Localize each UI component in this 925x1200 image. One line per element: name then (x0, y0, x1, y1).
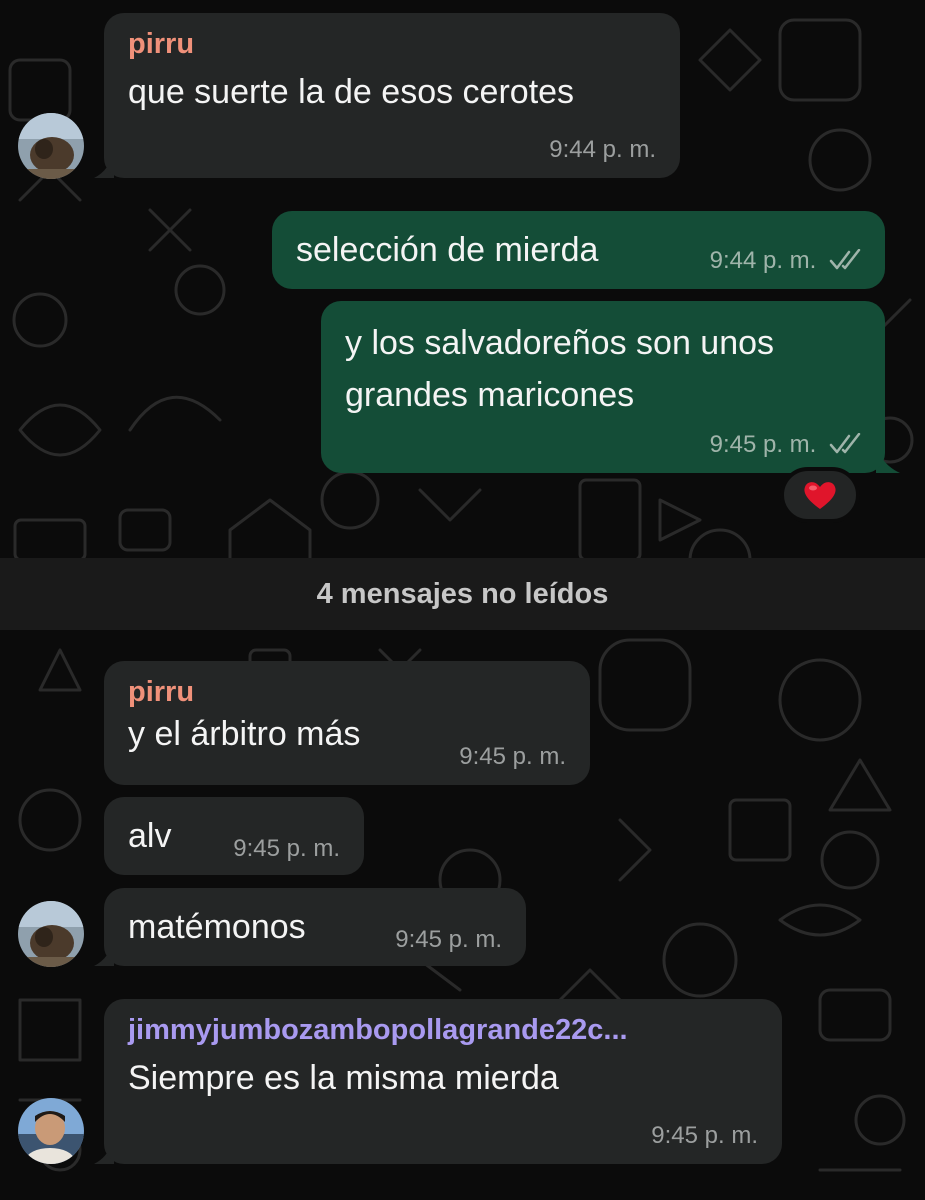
unread-messages-label: 4 mensajes no leídos (316, 577, 609, 610)
sender-name: pirru (128, 676, 195, 708)
message-text-line: grandes maricones (345, 376, 635, 414)
avatar-image (18, 1098, 84, 1164)
message-time: 9:45 p. m. (709, 431, 817, 458)
message-bubble-outgoing[interactable]: y los salvadoreños son unos grandes mari… (321, 301, 885, 473)
message-bubble[interactable]: jimmyjumbozambopollagrande22c... Siempre… (104, 999, 782, 1164)
heart-icon (804, 482, 836, 509)
avatar-pirru[interactable] (18, 113, 84, 179)
message-time: 9:45 p. m. (459, 743, 566, 770)
reaction-badge[interactable] (780, 467, 860, 523)
message-text: Siempre es la misma mierda (128, 1059, 559, 1097)
message-bubble[interactable]: matémonos 9:45 p. m. (104, 888, 526, 966)
message-time-wrapper: 9:45 p. m. (710, 431, 863, 459)
avatar-image (18, 113, 84, 179)
sender-name: jimmyjumbozambopollagrande22c... (128, 1014, 628, 1046)
message-time: 9:45 p. m. (651, 1122, 758, 1149)
sender-name: pirru (128, 28, 195, 60)
message-bubble[interactable]: alv 9:45 p. m. (104, 797, 364, 875)
message-bubble-outgoing[interactable]: selección de mierda 9:44 p. m. (272, 211, 885, 289)
message-bubble[interactable]: pirru y el árbitro más 9:45 p. m. (104, 661, 590, 785)
double-check-icon (829, 249, 861, 270)
avatar-image (18, 901, 84, 967)
message-time-wrapper: 9:44 p. m. (710, 247, 863, 275)
message-text-line: y los salvadoreños son unos (345, 324, 775, 362)
avatar-jimmy[interactable] (18, 1098, 84, 1164)
message-time: 9:45 p. m. (395, 926, 502, 953)
message-text: que suerte la de esos cerotes (128, 73, 575, 111)
avatar-pirru[interactable] (18, 901, 84, 967)
message-time: 9:44 p. m. (549, 136, 656, 163)
unread-messages-divider: 4 mensajes no leídos (0, 558, 925, 630)
message-time: 9:45 p. m. (233, 835, 340, 862)
message-bubble[interactable]: pirru que suerte la de esos cerotes 9:44… (104, 13, 680, 178)
message-time: 9:44 p. m. (709, 247, 817, 274)
double-check-icon (829, 433, 861, 454)
